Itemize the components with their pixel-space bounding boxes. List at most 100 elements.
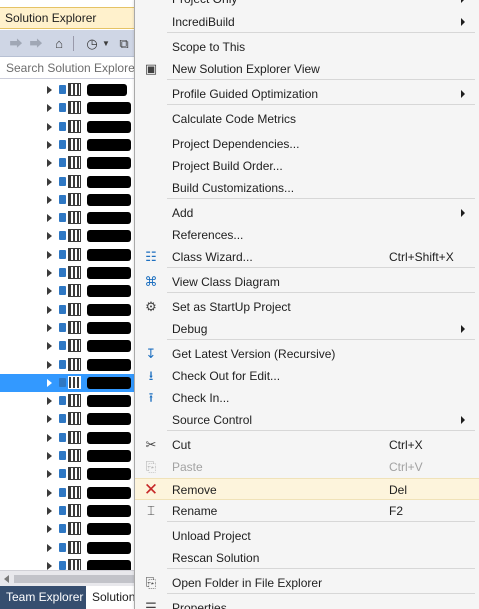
tree-row[interactable] (0, 539, 136, 557)
expand-arrow-icon[interactable] (47, 177, 52, 186)
expand-arrow-icon[interactable] (47, 506, 52, 515)
expand-arrow-icon[interactable] (47, 232, 52, 241)
tree-row[interactable] (0, 373, 136, 392)
expand-arrow-icon[interactable] (47, 269, 52, 277)
menu-item-debug[interactable]: Debug (135, 318, 479, 340)
tree-row[interactable] (0, 429, 136, 447)
tree-row[interactable] (0, 319, 136, 337)
expand-arrow-icon[interactable] (47, 122, 52, 131)
expand-arrow-icon[interactable] (47, 488, 52, 497)
tree-row[interactable] (0, 227, 136, 245)
expand-arrow-icon[interactable] (47, 195, 52, 204)
expand-arrow-icon[interactable] (47, 470, 52, 479)
source-control-lock-icon (59, 176, 66, 186)
menu-item-class-wizard[interactable]: ☷ Class Wizard... Ctrl+Shift+X (135, 246, 479, 268)
tree-row[interactable] (0, 154, 136, 172)
menu-item-source-control[interactable]: Source Control (135, 409, 479, 431)
expand-arrow-icon[interactable] (47, 378, 52, 387)
menu-item-check-out-for-edit[interactable]: ⭳ Check Out for Edit... (135, 365, 479, 387)
menu-item-remove[interactable]: ✕ Remove Del (135, 478, 479, 500)
expand-arrow-icon[interactable] (47, 360, 52, 369)
back-arrow-icon[interactable]: ⮕ (8, 35, 24, 52)
menu-item-incredibuild[interactable]: IncrediBuild (135, 11, 479, 33)
menu-item-calculate-code-metrics[interactable]: Calculate Code Metrics (135, 108, 479, 130)
expand-arrow-icon[interactable] (47, 250, 52, 259)
new-window-icon[interactable]: ⧉ (116, 35, 132, 52)
tree-row[interactable] (0, 118, 136, 136)
tree-row[interactable] (0, 136, 136, 154)
expand-arrow-icon[interactable] (47, 140, 52, 149)
project-icon (68, 101, 81, 115)
tree-row[interactable] (0, 392, 136, 410)
tree-row[interactable] (0, 447, 136, 465)
expand-arrow-icon[interactable] (47, 305, 52, 314)
tree-row[interactable] (0, 173, 136, 191)
solution-explorer-toolbar: ⮕ ⮕ ⌂ ◷ ▼ ⧉ (0, 30, 136, 57)
dropdown-icon[interactable]: ▼ (102, 35, 110, 52)
tree-row[interactable] (0, 520, 136, 538)
menu-item-cut[interactable]: ✂ Cut Ctrl+X (135, 434, 479, 456)
horizontal-scrollbar[interactable] (0, 570, 136, 586)
scroll-left-icon[interactable] (4, 575, 9, 583)
tree-row[interactable] (0, 502, 136, 520)
tree-row[interactable] (0, 337, 136, 355)
menu-item-scope-to-this[interactable]: Scope to This (135, 36, 479, 58)
tree-row[interactable] (0, 209, 136, 227)
search-input[interactable]: Search Solution Explorer (0, 57, 136, 79)
tree-row[interactable] (0, 246, 136, 264)
expand-arrow-icon[interactable] (47, 104, 52, 113)
tab-solution-explorer[interactable]: Solution (86, 586, 136, 609)
redacted-project-name (87, 303, 131, 316)
tab-team-explorer[interactable]: Team Explorer (0, 586, 86, 609)
menu-item-profile-guided-optimization[interactable]: Profile Guided Optimization (135, 83, 479, 105)
menu-item-check-in[interactable]: ⭱ Check In... (135, 387, 479, 409)
home-icon[interactable]: ⌂ (50, 35, 68, 52)
menu-item-build-customizations[interactable]: Build Customizations... (135, 177, 479, 199)
menu-item-unload-project[interactable]: Unload Project (135, 525, 479, 547)
expand-arrow-icon[interactable] (47, 323, 52, 332)
tree-row[interactable] (0, 557, 136, 570)
menu-item-project-only[interactable]: Project Only (135, 0, 479, 10)
expand-arrow-icon[interactable] (47, 342, 52, 351)
tree-row[interactable] (0, 191, 136, 209)
expand-arrow-icon[interactable] (47, 214, 52, 223)
menu-item-add[interactable]: Add (135, 202, 479, 224)
expand-arrow-icon[interactable] (47, 433, 52, 442)
menu-item-project-dependencies[interactable]: Project Dependencies... (135, 133, 479, 155)
menu-item-paste[interactable]: ⎘ Paste Ctrl+V (135, 456, 479, 478)
tree-row[interactable] (0, 264, 136, 282)
menu-item-get-latest-version-recursive[interactable]: ↧ Get Latest Version (Recursive) (135, 343, 479, 365)
forward-arrow-icon[interactable]: ⮕ (28, 35, 44, 52)
menu-item-new-solution-explorer-view[interactable]: ▣ New Solution Explorer View (135, 58, 479, 80)
history-icon[interactable]: ◷ (83, 35, 101, 52)
menu-item-open-folder-in-file-explorer[interactable]: ⎘ Open Folder in File Explorer (135, 572, 479, 594)
expand-arrow-icon[interactable] (47, 86, 52, 94)
menu-item-label: Calculate Code Metrics (172, 112, 297, 126)
expand-arrow-icon[interactable] (47, 561, 52, 570)
menu-item-references[interactable]: References... (135, 224, 479, 246)
tree-row[interactable] (0, 81, 136, 99)
expand-arrow-icon[interactable] (47, 159, 52, 168)
expand-arrow-icon[interactable] (47, 287, 52, 296)
menu-item-rename[interactable]: ⌶ Rename F2 (135, 500, 479, 522)
expand-arrow-icon[interactable] (47, 525, 52, 534)
expand-arrow-icon[interactable] (47, 543, 52, 552)
tree-row[interactable] (0, 99, 136, 117)
tree-row[interactable] (0, 410, 136, 428)
menu-item-rescan-solution[interactable]: Rescan Solution (135, 547, 479, 569)
submenu-arrow-icon (461, 0, 465, 3)
expand-arrow-icon[interactable] (47, 397, 52, 406)
tree-row[interactable] (0, 356, 136, 374)
tree-row[interactable] (0, 484, 136, 502)
panel-tabs: Team Explorer Solution (0, 586, 136, 609)
scrollbar-thumb[interactable] (14, 575, 134, 583)
menu-item-set-as-startup-project[interactable]: ⚙ Set as StartUp Project (135, 296, 479, 318)
tree-row[interactable] (0, 301, 136, 319)
menu-item-view-class-diagram[interactable]: ⌘ View Class Diagram (135, 271, 479, 293)
menu-item-properties[interactable]: ☰ Properties (135, 597, 479, 609)
menu-item-project-build-order[interactable]: Project Build Order... (135, 155, 479, 177)
tree-row[interactable] (0, 282, 136, 300)
tree-row[interactable] (0, 465, 136, 483)
expand-arrow-icon[interactable] (47, 452, 52, 460)
expand-arrow-icon[interactable] (47, 415, 52, 424)
